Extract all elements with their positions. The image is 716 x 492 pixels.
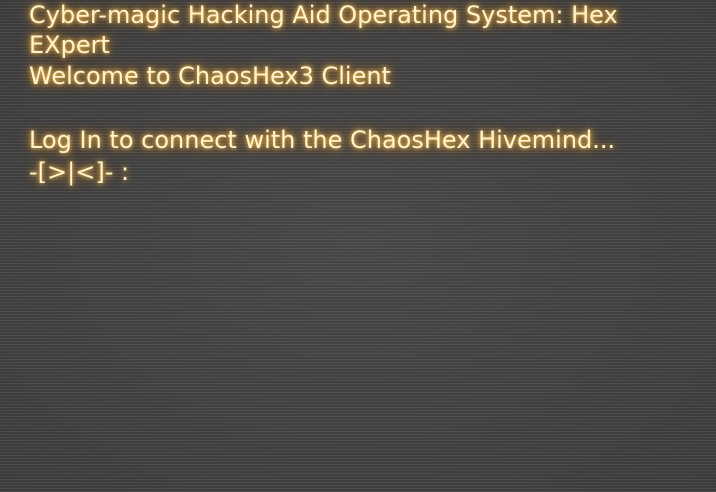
prompt-symbol: -[>|<]- : [29, 158, 130, 186]
login-message: Log In to connect with the ChaosHex Hive… [29, 126, 616, 154]
prompt-row: -[>|<]- : [29, 156, 699, 188]
welcome-message: Welcome to ChaosHex3 Client [29, 62, 391, 90]
os-title: Cyber-magic Hacking Aid Operating System… [29, 1, 618, 59]
terminal-screen[interactable]: Cyber-magic Hacking Aid Operating System… [29, 0, 699, 492]
command-input[interactable] [136, 156, 537, 188]
